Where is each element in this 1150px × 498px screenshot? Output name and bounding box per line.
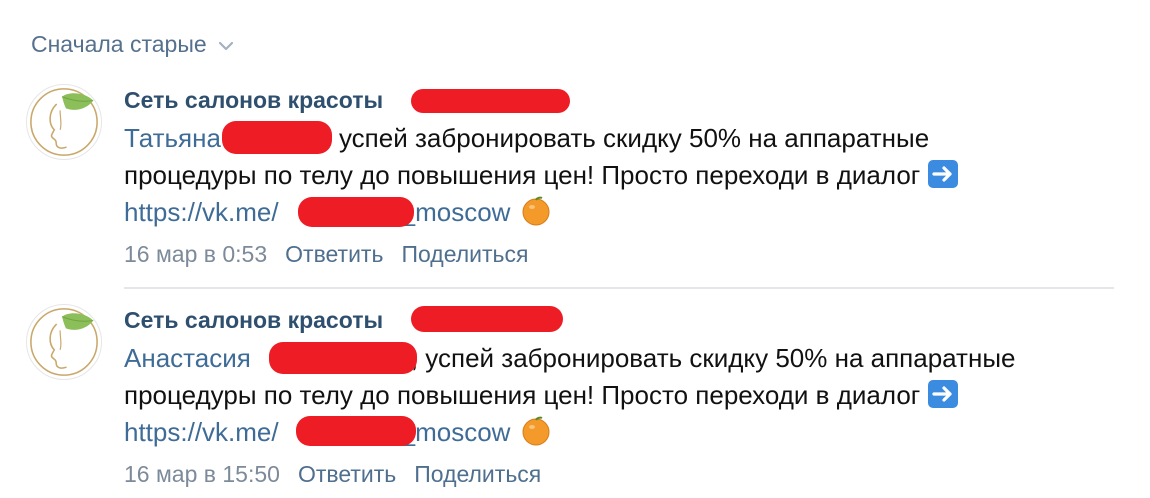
reply-button[interactable]: Ответить: [298, 461, 396, 487]
comment-date[interactable]: 16 мар в 15:50: [124, 461, 280, 487]
redaction-mark: [411, 306, 563, 332]
comment-text-line: процедуры по телу до повышения цен! Прос…: [124, 380, 921, 410]
redaction-mark: [222, 121, 332, 154]
redaction-mark: [296, 416, 416, 446]
mention-link[interactable]: Анастасия: [124, 343, 251, 373]
comment-text-line: , успей забронировать скидку 50% на аппа…: [410, 343, 1016, 373]
salon-logo-face-leaf-icon: [30, 308, 98, 376]
avatar[interactable]: [26, 304, 102, 380]
redaction-mark: [411, 89, 570, 113]
share-button[interactable]: Поделиться: [414, 461, 541, 487]
comment-text: Татьяна успей забронировать скидку 50% на…: [124, 120, 1114, 231]
redaction-mark: [298, 197, 414, 227]
comment-meta: 16 мар в 0:53 Ответить Поделиться: [124, 241, 528, 268]
comment-author[interactable]: Сеть салонов красоты: [124, 307, 383, 334]
salon-logo-face-leaf-icon: [30, 88, 98, 156]
reply-button[interactable]: Ответить: [285, 241, 383, 267]
orange-emoji-icon: [522, 196, 550, 226]
right-arrow-emoji-icon: [928, 160, 959, 188]
avatar[interactable]: [26, 84, 102, 160]
comment-text-line: успей забронировать скидку 50% на аппара…: [338, 123, 930, 153]
right-arrow-emoji-icon: [928, 380, 959, 408]
comment-text: Анастасия , успей забронировать скидку 50…: [124, 340, 1114, 451]
share-button[interactable]: Поделиться: [401, 241, 528, 267]
orange-emoji-icon: [522, 416, 550, 446]
sort-label: Сначала старые: [31, 30, 207, 57]
divider: [124, 287, 1114, 289]
comment-author[interactable]: Сеть салонов красоты: [124, 87, 383, 114]
mention-link[interactable]: Татьяна: [124, 123, 221, 153]
comment-text-line: процедуры по телу до повышения цен! Прос…: [124, 160, 921, 190]
author-name: Сеть салонов красоты: [124, 87, 384, 113]
chevron-down-icon: [218, 41, 233, 51]
redaction-mark: [269, 342, 417, 374]
comment-date[interactable]: 16 мар в 0:53: [124, 241, 267, 267]
comment-meta: 16 мар в 15:50 Ответить Поделиться: [124, 461, 541, 488]
author-name: Сеть салонов красоты: [124, 307, 384, 333]
sort-dropdown[interactable]: Сначала старые: [31, 28, 236, 60]
